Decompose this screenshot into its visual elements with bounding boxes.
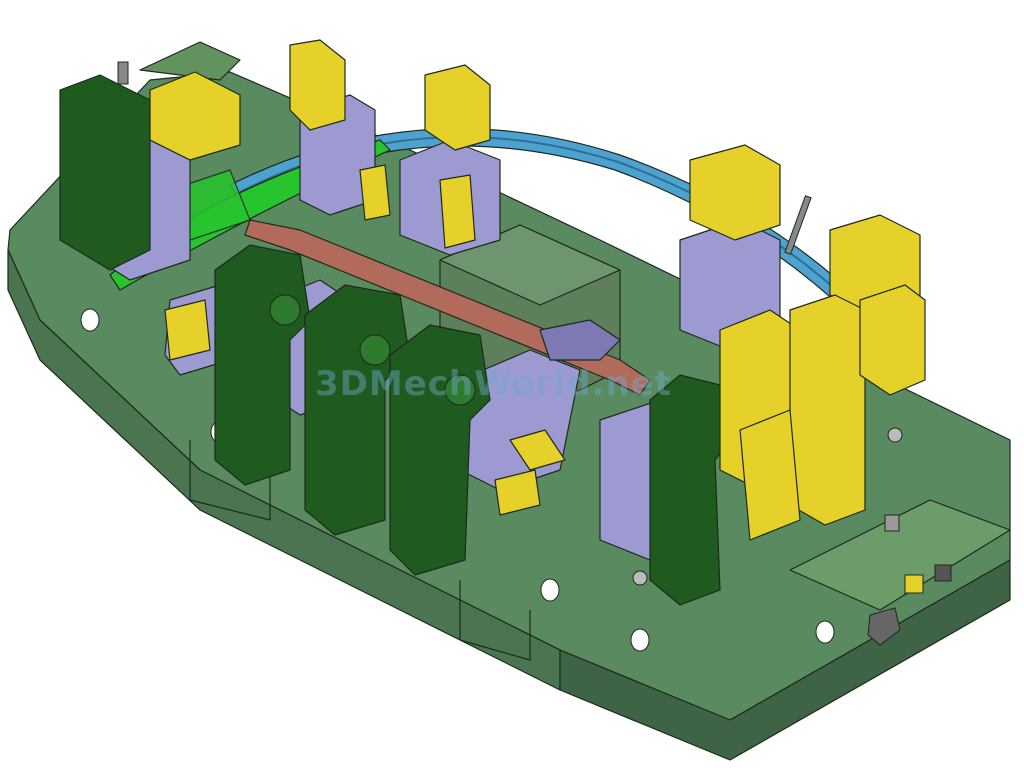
fixture-model-view: 3DMechWorld.net <box>7 39 1011 761</box>
watermark-text: 3DMechWorld.net <box>315 364 672 404</box>
